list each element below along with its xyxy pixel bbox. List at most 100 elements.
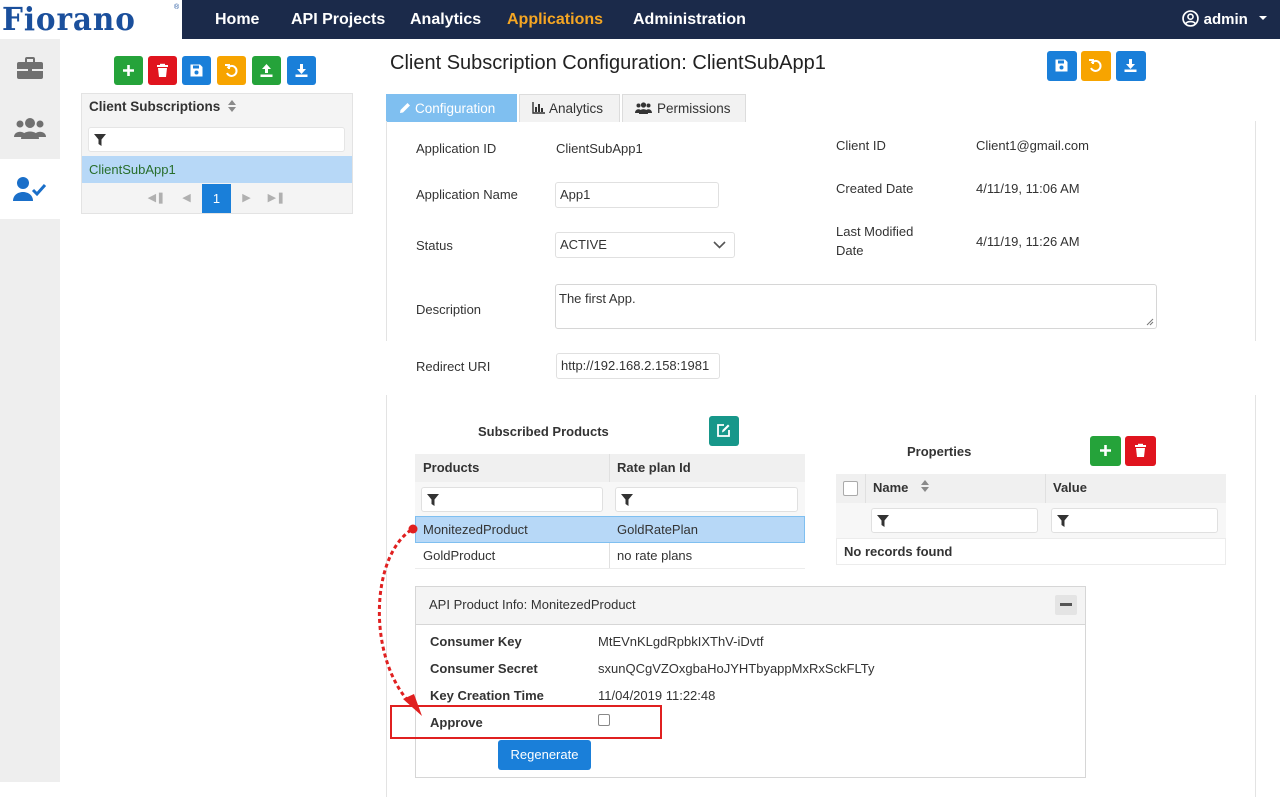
rate-plan-filter-input[interactable]	[615, 487, 798, 512]
sort-icon[interactable]	[920, 479, 930, 493]
collapse-button[interactable]	[1055, 595, 1077, 615]
list-item[interactable]: ClientSubApp1	[82, 156, 352, 183]
product-cell[interactable]: MonitezedProduct	[423, 522, 528, 537]
annotation-highlight-box	[390, 705, 662, 739]
tab-analytics[interactable]: Analytics	[519, 94, 620, 122]
delete-property-button[interactable]	[1125, 436, 1156, 466]
col-value[interactable]: Value	[1053, 480, 1087, 495]
value-filter-input[interactable]	[1051, 508, 1218, 533]
list-header[interactable]: Client Subscriptions	[89, 99, 220, 114]
products-filter-input[interactable]	[421, 487, 603, 512]
application-id-value: ClientSubApp1	[556, 141, 643, 156]
created-date-value: 4/11/19, 11:06 AM	[976, 181, 1080, 196]
bar-chart-icon	[532, 102, 545, 114]
consumer-secret-value: sxunQCgVZOxgbaHoJYHTbyappMxRxSckFLTy	[598, 661, 875, 676]
delete-button[interactable]	[148, 56, 177, 85]
download-icon	[295, 64, 308, 77]
name-filter-input[interactable]	[871, 508, 1038, 533]
user-menu[interactable]: admin	[1182, 0, 1268, 39]
main-download-button[interactable]	[1116, 51, 1146, 81]
redirect-uri-label: Redirect URI	[416, 359, 491, 374]
upload-button[interactable]	[252, 56, 281, 85]
subscribed-products-title: Subscribed Products	[478, 424, 609, 439]
filter-icon	[427, 494, 439, 506]
first-page-icon[interactable]: ◀❚	[142, 184, 171, 213]
tab-permissions[interactable]: Permissions	[622, 94, 746, 122]
client-id-value: Client1@gmail.com	[976, 138, 1089, 153]
filter-icon	[94, 134, 106, 146]
filter-icon	[877, 515, 889, 527]
nav-api-projects[interactable]: API Projects	[291, 0, 385, 39]
user-name: admin	[1203, 11, 1248, 28]
last-modified-label-line1: Last Modified	[836, 224, 914, 239]
user-circle-icon	[1182, 10, 1200, 27]
rate-plan-cell[interactable]: GoldRatePlan	[617, 522, 698, 537]
undo-icon	[1089, 59, 1102, 72]
client-id-label: Client ID	[836, 138, 886, 153]
rate-plan-cell[interactable]: no rate plans	[617, 548, 692, 563]
application-id-label: Application ID	[416, 141, 497, 156]
nav-administration[interactable]: Administration	[633, 0, 746, 39]
col-rate-plan[interactable]: Rate plan Id	[617, 460, 691, 475]
upload-icon	[260, 64, 273, 77]
resize-handle-icon[interactable]	[1146, 318, 1154, 326]
refresh-button[interactable]	[217, 56, 246, 85]
current-page[interactable]: 1	[202, 184, 231, 213]
redirect-uri-field[interactable]: http://192.168.2.158:1981	[556, 353, 720, 379]
download-button[interactable]	[287, 56, 316, 85]
last-page-icon[interactable]: ▶❚	[262, 184, 291, 213]
no-records-text: No records found	[844, 544, 953, 559]
list-filter-input[interactable]	[88, 127, 345, 152]
main-refresh-button[interactable]	[1081, 51, 1111, 81]
add-property-button[interactable]	[1090, 436, 1121, 466]
created-date-label: Created Date	[836, 181, 914, 196]
nav-applications[interactable]: Applications	[507, 0, 603, 39]
rail-item-subscriptions[interactable]	[0, 159, 60, 219]
rail-item-groups[interactable]	[0, 99, 60, 159]
save-button[interactable]	[182, 56, 211, 85]
caret-down-icon	[1259, 16, 1267, 20]
floppy-icon	[1055, 59, 1068, 72]
tab-configuration[interactable]: Configuration	[386, 94, 517, 122]
logo-text: Fiorano	[2, 0, 136, 38]
trash-icon	[1135, 443, 1146, 457]
last-modified-label-line2: Date	[836, 243, 864, 258]
sort-icon[interactable]	[227, 99, 237, 113]
main-save-button[interactable]	[1047, 51, 1077, 81]
edit-products-button[interactable]	[709, 416, 739, 446]
properties-title: Properties	[907, 444, 972, 459]
product-info-header: API Product Info: MonitezedProduct	[415, 586, 1086, 625]
plus-icon	[1100, 445, 1111, 456]
next-page-icon[interactable]: ▶	[232, 184, 261, 213]
download-icon	[1124, 59, 1137, 72]
last-modified-value: 4/11/19, 11:26 AM	[976, 234, 1080, 249]
users-icon	[14, 118, 46, 139]
key-creation-value: 11/04/2019 11:22:48	[598, 688, 716, 703]
select-all-checkbox[interactable]	[843, 481, 858, 496]
filter-icon	[1057, 515, 1069, 527]
trash-icon	[157, 63, 168, 77]
regenerate-button[interactable]: Regenerate	[498, 740, 591, 770]
nav-analytics[interactable]: Analytics	[410, 0, 481, 39]
nav-home[interactable]: Home	[215, 0, 259, 39]
rail-item-projects[interactable]	[0, 39, 60, 99]
col-name[interactable]: Name	[873, 480, 908, 495]
description-textarea[interactable]: The first App.	[555, 284, 1157, 329]
consumer-secret-label: Consumer Secret	[430, 661, 538, 676]
status-value: ACTIVE	[560, 237, 607, 252]
add-button[interactable]	[114, 56, 143, 85]
description-label: Description	[416, 302, 482, 317]
product-cell[interactable]: GoldProduct	[423, 548, 495, 563]
logo[interactable]: Fiorano ®	[0, 0, 182, 39]
tab-configuration-label: Configuration	[415, 101, 496, 116]
prev-page-icon[interactable]: ◀	[172, 184, 201, 213]
status-label: Status	[416, 238, 453, 253]
description-value: The first App.	[559, 291, 636, 306]
col-products[interactable]: Products	[423, 460, 479, 475]
status-select[interactable]: ACTIVE	[555, 232, 735, 258]
application-name-field[interactable]: App1	[555, 182, 719, 208]
tab-permissions-label: Permissions	[657, 101, 731, 116]
floppy-icon	[190, 64, 203, 77]
logo-trademark: ®	[174, 4, 180, 11]
product-info-title: API Product Info: MonitezedProduct	[429, 597, 636, 612]
